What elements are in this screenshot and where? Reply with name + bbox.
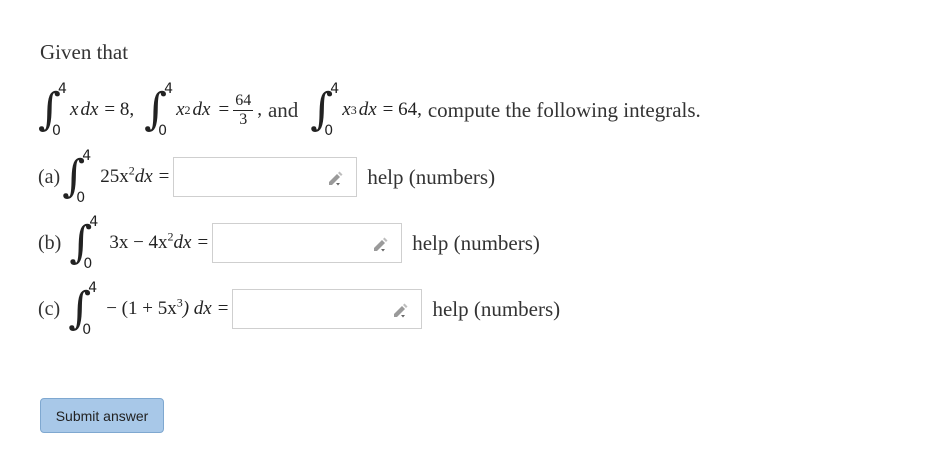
integral-symbol: ∫ 4 0 [38, 81, 67, 139]
result-3: = 64, [382, 99, 422, 120]
integrand-3: x [342, 99, 351, 120]
integrand-post: ) dx [182, 298, 212, 319]
answer-input-b[interactable] [212, 223, 403, 263]
pencil-edit-icon [374, 237, 388, 252]
dx-1: dx [80, 99, 99, 120]
help-link[interactable]: help (numbers) [412, 231, 540, 256]
answer-input-a[interactable] [173, 157, 358, 197]
lower-limit: 0 [82, 322, 92, 338]
dx-2: dx [192, 99, 211, 120]
upper-limit: 4 [330, 81, 340, 97]
integrand: 3x − 4x2dx [109, 231, 192, 254]
integrand: − (1 + 5x3) dx [106, 297, 212, 320]
equals-sign: = [217, 298, 229, 319]
intro-text: Given that [40, 40, 129, 64]
instruction-text: compute the following integrals. [427, 97, 701, 122]
integrand: 25x2dx [100, 165, 153, 188]
integrand-1: x [70, 99, 79, 120]
equals-2: = [218, 99, 230, 120]
part-label: (c) [38, 297, 61, 320]
pencil-edit-icon [329, 171, 343, 186]
integrand-pre: 25x [100, 166, 129, 187]
integral-symbol: ∫ 4 0 [144, 81, 174, 139]
integrand-2: x [176, 99, 185, 120]
answer-input-c[interactable] [232, 289, 423, 329]
question-a: (a) ∫ 4 0 25x2dx = help (numbers) [38, 147, 495, 207]
equals-sign: = [158, 166, 170, 187]
and-word: and [267, 97, 299, 122]
result-1: = 8, [104, 99, 135, 120]
upper-limit: 4 [88, 280, 98, 296]
integral-symbol: ∫ 4 0 [68, 280, 98, 338]
upper-limit: 4 [89, 214, 99, 230]
integral-symbol: ∫ 4 0 [62, 148, 92, 206]
help-link[interactable]: help (numbers) [432, 297, 560, 322]
part-label: (b) [38, 231, 62, 254]
upper-limit: 4 [164, 81, 174, 97]
submit-answer-button[interactable]: Submit answer [40, 398, 164, 433]
question-c: (c) ∫ 4 0 − (1 + 5x3) dx = help (numbers… [38, 279, 560, 339]
integrand-post: dx [134, 166, 153, 187]
lower-limit: 0 [52, 123, 61, 139]
integral-symbol: ∫ 4 0 [69, 214, 99, 272]
given-statement: ∫ 4 0 x dx = 8, ∫ 4 0 x2 dx = 64 3 , and… [38, 81, 701, 139]
integral-symbol: ∫ 4 0 [310, 81, 340, 139]
fraction-denominator: 3 [239, 110, 248, 128]
lower-limit: 0 [83, 256, 93, 272]
comma: , [257, 99, 262, 120]
fraction-numerator: 64 [233, 91, 254, 111]
integrand-pre: 3x − 4x [109, 232, 168, 253]
dx-3: dx [358, 99, 377, 120]
fraction: 64 3 [233, 91, 254, 129]
lower-limit: 0 [324, 123, 334, 139]
question-b: (b) ∫ 4 0 3x − 4x2dx = help (numbers) [38, 213, 540, 273]
integrand-post: dx [173, 232, 192, 253]
pencil-edit-icon [394, 303, 408, 318]
lower-limit: 0 [158, 123, 168, 139]
integrand-pre: − (1 + 5x [106, 298, 177, 319]
upper-limit: 4 [58, 81, 67, 97]
equals-sign: = [197, 232, 209, 253]
lower-limit: 0 [76, 190, 86, 206]
upper-limit: 4 [82, 148, 92, 164]
part-label: (a) [38, 165, 61, 188]
help-link[interactable]: help (numbers) [367, 165, 495, 190]
